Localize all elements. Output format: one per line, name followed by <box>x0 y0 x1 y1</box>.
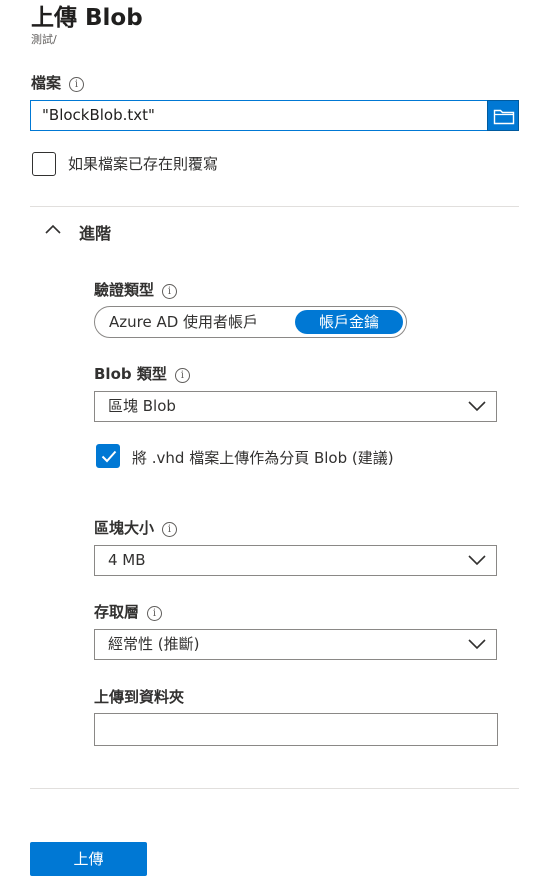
upload-button[interactable]: 上傳 <box>30 842 147 876</box>
blob-type-label: Blob 類型 <box>94 365 167 383</box>
auth-type-toggle[interactable]: Azure AD 使用者帳戶 帳戶金鑰 <box>94 306 407 338</box>
panel-title: 上傳 Blob <box>31 5 143 31</box>
file-label: 檔案 <box>31 74 62 92</box>
info-icon[interactable]: i <box>69 77 85 92</box>
file-label-row: 檔案 i <box>31 72 85 93</box>
block-size-label-row: 區塊大小 i <box>94 517 178 538</box>
footer-divider <box>30 788 519 789</box>
info-icon[interactable]: i <box>174 368 190 383</box>
vhd-page-blob-label: 將 .vhd 檔案上傳作為分頁 Blob (建議) <box>132 449 394 467</box>
breadcrumb: 測試/ <box>31 33 57 46</box>
overwrite-label: 如果檔案已存在則覆寫 <box>68 155 219 173</box>
folder-icon <box>493 109 515 125</box>
info-icon[interactable]: i <box>162 522 178 537</box>
blob-type-dropdown[interactable]: 區塊 Blob <box>94 391 497 422</box>
block-size-label: 區塊大小 <box>94 519 155 537</box>
upload-folder-label: 上傳到資料夾 <box>94 688 185 706</box>
access-tier-label: 存取層 <box>94 603 140 621</box>
info-icon[interactable]: i <box>162 284 178 299</box>
chevron-down-icon <box>468 555 486 566</box>
chevron-up-icon[interactable] <box>45 224 61 234</box>
block-size-value: 4 MB <box>108 551 146 569</box>
info-icon[interactable]: i <box>147 606 163 621</box>
auth-type-label: 驗證類型 <box>94 281 155 299</box>
auth-type-label-row: 驗證類型 i <box>94 279 178 300</box>
access-tier-label-row: 存取層 i <box>94 601 163 622</box>
advanced-section-toggle[interactable]: 進階 <box>79 220 111 244</box>
blob-type-label-row: Blob 類型 i <box>94 363 190 384</box>
vhd-page-blob-checkbox[interactable] <box>96 444 120 468</box>
blob-type-value: 區塊 Blob <box>108 397 176 415</box>
block-size-dropdown[interactable]: 4 MB <box>94 545 497 576</box>
access-tier-value: 經常性 (推斷) <box>108 635 200 653</box>
access-tier-dropdown[interactable]: 經常性 (推斷) <box>94 629 497 660</box>
upload-folder-input[interactable] <box>94 713 498 746</box>
overwrite-checkbox[interactable] <box>32 152 56 176</box>
checkmark-icon <box>101 450 117 463</box>
file-path-input[interactable]: "BlockBlob.txt" <box>30 100 491 131</box>
auth-option-azure-ad[interactable]: Azure AD 使用者帳戶 <box>109 310 258 334</box>
browse-folder-button[interactable] <box>487 100 519 131</box>
auth-option-account-key[interactable]: 帳戶金鑰 <box>295 310 403 334</box>
chevron-down-icon <box>468 639 486 650</box>
section-divider <box>30 206 519 207</box>
chevron-down-icon <box>468 401 486 412</box>
